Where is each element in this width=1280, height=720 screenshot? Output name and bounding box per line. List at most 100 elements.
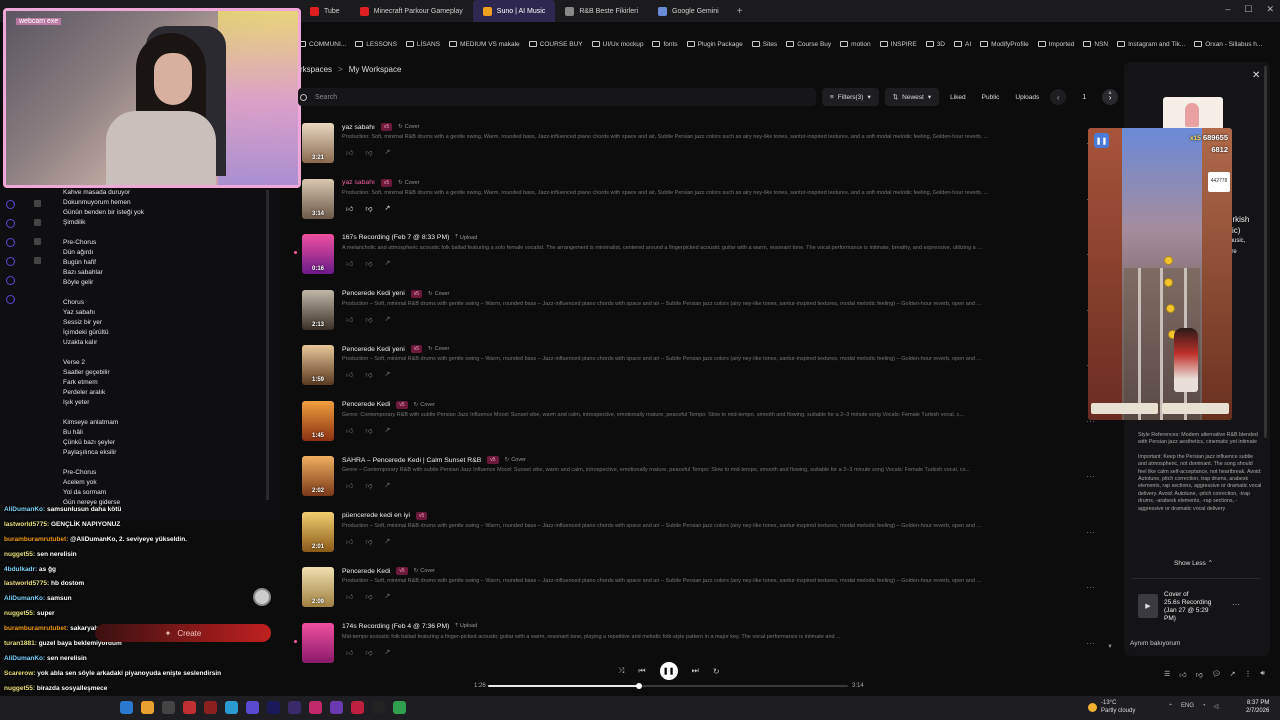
search-input[interactable]: Search: [315, 94, 337, 101]
next-icon[interactable]: ⏭: [692, 666, 699, 676]
nav-icon[interactable]: [6, 200, 15, 209]
app-icon[interactable]: [225, 701, 238, 714]
song-thumbnail[interactable]: 2:01: [302, 511, 334, 552]
share-icon[interactable]: ↗: [384, 426, 390, 435]
breadcrumb-parent[interactable]: rkspaces: [300, 65, 332, 74]
song-title[interactable]: püencerede kedi en iyi: [342, 512, 410, 519]
tool-icon[interactable]: [34, 257, 41, 264]
dislike-icon[interactable]: 👎︎: [365, 204, 372, 213]
dislike-icon[interactable]: 👎︎: [365, 481, 372, 490]
nav-icon[interactable]: [6, 295, 15, 304]
new-tab-button[interactable]: +: [729, 6, 751, 17]
tool-icon[interactable]: [34, 238, 41, 245]
song-title[interactable]: 174s Recording (Feb 4 @ 7:36 PM): [342, 623, 449, 630]
song-thumbnail[interactable]: 3:14: [302, 178, 334, 219]
like-icon[interactable]: 👍︎: [346, 204, 353, 213]
app-icon[interactable]: [162, 701, 175, 714]
nav-icon[interactable]: [6, 219, 15, 228]
pause-icon[interactable]: ❚❚: [1094, 133, 1109, 148]
weather-widget[interactable]: -13°C Partly cloudy: [1088, 699, 1135, 715]
cover-of-card[interactable]: ▶ Cover of 25.6s Recording (Jan 27 @ 5:2…: [1134, 588, 1252, 628]
maximize-button[interactable]: ☐: [1244, 4, 1252, 15]
show-less-button[interactable]: Show Less ⌃: [1174, 559, 1213, 567]
song-row[interactable]: 1:59 Pencerede Kedi yeni v5 ↻ Cover Productio…: [298, 342, 1018, 392]
bookmark-item[interactable]: NSN: [1083, 41, 1108, 48]
bookmark-item[interactable]: AI: [954, 41, 971, 48]
bookmark-item[interactable]: ModifyProfile: [980, 41, 1029, 48]
nav-icon[interactable]: [6, 257, 15, 266]
folder-icon[interactable]: [141, 701, 154, 714]
song-row[interactable]: 2:02 SAHRA – Pencerede Kedi | Calm Sunset…: [298, 453, 1018, 503]
song-thumbnail[interactable]: 0:16: [302, 234, 334, 274]
app-icon[interactable]: [351, 701, 364, 714]
song-row[interactable]: 3:14 yaz sabahı v5 ↻ Cover Production: Soft, …: [298, 176, 1018, 226]
song-thumbnail[interactable]: 2:02: [302, 456, 334, 496]
song-title[interactable]: yaz sabahı: [342, 124, 375, 131]
more-icon[interactable]: ⋯: [1086, 638, 1095, 649]
dislike-icon[interactable]: 👎︎: [365, 315, 372, 324]
song-title[interactable]: Pencerede Kedi yeni: [342, 346, 405, 353]
like-icon[interactable]: 👍︎: [1179, 670, 1186, 679]
public-filter[interactable]: Public: [977, 88, 1005, 106]
shuffle-icon[interactable]: ⤨: [618, 666, 624, 676]
bookmark-item[interactable]: LİSANS: [405, 41, 440, 48]
like-icon[interactable]: 👍︎: [346, 592, 353, 601]
dislike-icon[interactable]: 👎︎: [365, 537, 372, 546]
bookmark-item[interactable]: MEDIUM VS makale: [449, 41, 520, 48]
bookmark-item[interactable]: motion: [840, 41, 871, 48]
song-row[interactable]: 2:13 Pencerede Kedi yeni v5 ↻ Cover Productio…: [298, 287, 1018, 337]
song-row[interactable]: 2:01 püencerede kedi en iyi v5 Production –…: [298, 509, 1018, 559]
nav-icon[interactable]: [6, 276, 15, 285]
progress-knob[interactable]: [636, 683, 643, 689]
dislike-icon[interactable]: 👎︎: [365, 259, 372, 268]
page-number[interactable]: 1: [1072, 94, 1096, 101]
like-icon[interactable]: 👍︎: [346, 537, 353, 546]
sort-dropdown[interactable]: ⇅ Newest ▾: [884, 88, 940, 106]
repeat-icon[interactable]: ↻: [713, 667, 720, 676]
share-icon[interactable]: ↗: [384, 481, 390, 490]
close-window-button[interactable]: ✕: [1266, 4, 1274, 15]
more-icon[interactable]: ⋯: [1086, 527, 1095, 538]
pause-button[interactable]: ❚❚: [659, 662, 678, 680]
more-icon[interactable]: ⋯: [1086, 471, 1095, 482]
tool-icon[interactable]: [34, 219, 41, 226]
song-title[interactable]: Pencerede Kedi: [342, 401, 390, 408]
search-bar[interactable]: Search: [298, 88, 816, 106]
song-thumbnail[interactable]: 1:59: [302, 345, 334, 385]
song-thumbnail[interactable]: 2:09: [302, 567, 334, 607]
like-icon[interactable]: 👍︎: [346, 259, 353, 268]
dislike-icon[interactable]: 👎︎: [365, 592, 372, 601]
tray-icon[interactable]: ⌃: [1168, 703, 1173, 710]
speaker-icon[interactable]: ◁: [1214, 703, 1219, 710]
minimize-button[interactable]: –: [1225, 4, 1230, 15]
like-icon[interactable]: 👍︎: [346, 148, 353, 157]
song-title[interactable]: Pencerede Kedi yeni: [342, 290, 405, 297]
uploads-filter[interactable]: Uploads: [1010, 88, 1044, 106]
dislike-icon[interactable]: 👎︎: [1196, 670, 1203, 679]
left-scrollbar[interactable]: [266, 190, 269, 500]
more-icon[interactable]: ⋯: [1232, 600, 1240, 609]
queue-icon[interactable]: ☰: [1164, 670, 1170, 679]
app-icon[interactable]: [267, 701, 280, 714]
song-thumbnail[interactable]: 1:45: [302, 400, 334, 441]
detail-scrollbar[interactable]: [1264, 66, 1267, 438]
share-icon[interactable]: ↗: [384, 370, 390, 379]
bookmark-item[interactable]: Course Buy: [786, 41, 831, 48]
lyrics-editor[interactable]: Kahve masada duruyor Dokunmuyorum hemen Gü…: [63, 188, 263, 508]
bookmark-item[interactable]: Plugin Package: [686, 41, 743, 48]
browser-tab[interactable]: Minecraft Parkour Gameplay: [350, 0, 473, 22]
progress-bar[interactable]: [488, 683, 848, 689]
clock[interactable]: 8:37 PM 2/7/2026: [1246, 699, 1269, 715]
scroll-down-icon[interactable]: ▼: [1107, 644, 1113, 650]
song-title[interactable]: yaz sabahı: [342, 179, 375, 186]
song-row[interactable]: 0:16 167s Recording (Feb 7 @ 8:33 PM) ⤒ Upl…: [294, 231, 1018, 281]
liked-filter[interactable]: Liked: [945, 88, 971, 106]
dislike-icon[interactable]: 👎︎: [365, 370, 372, 379]
wifi-icon[interactable]: ◔: [1202, 703, 1206, 710]
scroll-up-icon[interactable]: ▲: [1107, 90, 1113, 96]
song-row[interactable]: 1:45 Pencerede Kedi v5 ↻ Cover Genre: Contemp…: [298, 398, 1018, 448]
share-icon[interactable]: ↗: [384, 204, 390, 213]
app-icon[interactable]: [330, 701, 343, 714]
volume-icon[interactable]: 🔊︎: [1260, 670, 1264, 679]
song-row[interactable]: 3:21 yaz sabahı v5 ↻ Cover Production: Soft, …: [298, 120, 1018, 170]
